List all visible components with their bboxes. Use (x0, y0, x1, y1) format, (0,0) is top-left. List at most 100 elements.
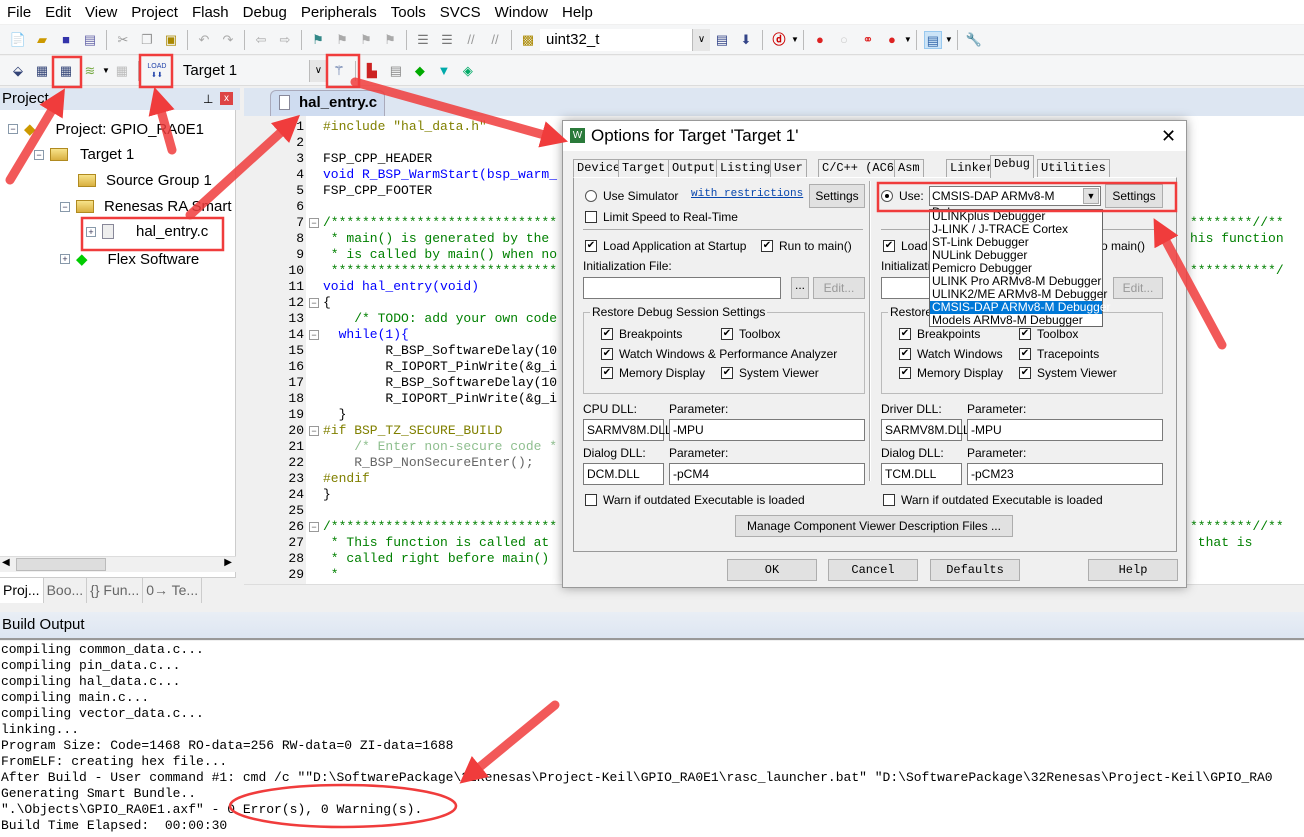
kill-breakpoints-icon[interactable]: ● (883, 31, 901, 49)
tab-books[interactable]: Boo... (44, 578, 88, 603)
copy-icon[interactable]: ❐ (138, 31, 156, 49)
toolbox-checkbox[interactable]: ✔ Toolbox (721, 327, 780, 341)
indent-icon[interactable]: ☰ (414, 31, 432, 49)
collapse-icon[interactable]: − (60, 201, 70, 212)
tracepoints-checkbox[interactable]: ✔ Tracepoints (1019, 347, 1099, 361)
cut-icon[interactable]: ✂ (114, 31, 132, 49)
help-button[interactable]: Help (1088, 559, 1178, 581)
start-debug-icon[interactable]: ⓓ (770, 31, 788, 49)
use-debugger-radio[interactable]: Use: (881, 189, 924, 203)
back-icon[interactable]: ⇦ (252, 31, 270, 49)
tree-item-source-group[interactable]: Source Group 1 (78, 172, 212, 189)
system-viewer-checkbox-right[interactable]: ✔ System Viewer (1019, 366, 1117, 380)
dialog-tab-asm[interactable]: Asm (894, 159, 924, 178)
translate-icon[interactable]: ⬙ (9, 62, 27, 80)
dialog-tab-c-c-ac6-[interactable]: C/C++ (AC6) (818, 159, 906, 178)
browse-button[interactable]: ... (791, 277, 809, 299)
prev-bookmark-icon[interactable]: ⚑ (333, 31, 351, 49)
menu-window[interactable]: Window (488, 4, 555, 21)
undo-icon[interactable]: ↶ (195, 31, 213, 49)
load-application-checkbox-right[interactable]: ✔ Load (883, 239, 928, 253)
window-layout-icon[interactable]: ▤ (923, 30, 942, 49)
menu-peripherals[interactable]: Peripherals (294, 4, 384, 21)
system-viewer-checkbox[interactable]: ✔ System Viewer (721, 366, 819, 380)
driver-parameter-input[interactable]: -MPU (967, 419, 1163, 441)
with-restrictions-link[interactable]: with restrictions (691, 188, 803, 200)
dialog-tab-device[interactable]: Device (573, 159, 625, 178)
find-binoculars-icon[interactable]: ⬇ (737, 31, 755, 49)
toolbox-checkbox-right[interactable]: ✔ Toolbox (1019, 327, 1078, 341)
menu-flash[interactable]: Flash (185, 4, 236, 21)
expand-icon[interactable]: + (60, 254, 70, 264)
dialog-tab-utilities[interactable]: Utilities (1037, 159, 1110, 178)
tree-item-project[interactable]: − ◆ Project: GPIO_RA0E1 (8, 120, 204, 138)
dialog-tab-user[interactable]: User (770, 159, 807, 178)
debug-session-icon[interactable]: ▤ (713, 31, 731, 49)
defaults-button[interactable]: Defaults (930, 559, 1020, 581)
driver-dll-input[interactable]: SARMV8M.DLL (881, 419, 970, 441)
dialog-tab-target[interactable]: Target (618, 159, 670, 178)
menu-edit[interactable]: Edit (38, 4, 78, 21)
fold-icon[interactable]: − (309, 298, 319, 308)
dialog-parameter-input[interactable]: -pCM4 (669, 463, 865, 485)
watch-windows-checkbox-right[interactable]: ✔ Watch Windows (899, 347, 1003, 361)
tree-item-hal-entry[interactable]: + hal_entry.c (86, 223, 208, 240)
manage-component-viewer-button[interactable]: Manage Component Viewer Description File… (735, 515, 1013, 537)
collapse-icon[interactable]: − (8, 124, 18, 134)
dialog-tab-debug[interactable]: Debug (990, 155, 1035, 178)
fold-icon[interactable]: − (309, 330, 319, 340)
stop-build-icon[interactable]: ▦ (113, 62, 131, 80)
open-icon[interactable]: ▰ (33, 31, 51, 49)
save-all-icon[interactable]: ▤ (81, 31, 99, 49)
cancel-button[interactable]: Cancel (828, 559, 918, 581)
fold-icon[interactable]: − (309, 522, 319, 532)
tab-templates[interactable]: 0→ Te... (143, 578, 203, 603)
memory-display-checkbox[interactable]: ✔ Memory Display (601, 366, 705, 380)
edit-button-right[interactable]: Edit... (1113, 277, 1163, 299)
memory-display-checkbox-right[interactable]: ✔ Memory Display (899, 366, 1003, 380)
collapse-icon[interactable]: − (34, 149, 44, 160)
warn-outdated-checkbox[interactable]: Warn if outdated Executable is loaded (585, 493, 805, 507)
tree-item-target[interactable]: − Target 1 (34, 146, 134, 163)
bookmark-icon[interactable]: ⚑ (309, 31, 327, 49)
cpu-parameter-input[interactable]: -MPU (669, 419, 865, 441)
warn-outdated-checkbox-right[interactable]: Warn if outdated Executable is loaded (883, 493, 1103, 507)
init-file-input-right[interactable] (881, 277, 931, 299)
debugger-option[interactable]: Models ARMv8-M Debugger (930, 314, 1102, 327)
debugger-select[interactable]: CMSIS-DAP ARMv8-M Debugg▼ (929, 186, 1101, 219)
debugger-settings-button[interactable]: Settings (1105, 184, 1163, 208)
rebuild-icon[interactable]: ▦ (57, 62, 75, 80)
tab-hal-entry[interactable]: hal_entry.c (270, 90, 385, 116)
save-icon[interactable]: ■ (57, 31, 75, 49)
redo-icon[interactable]: ↷ (219, 31, 237, 49)
configure-wrench-icon[interactable]: 🔧 (965, 31, 983, 49)
limit-speed-checkbox[interactable]: Limit Speed to Real-Time (585, 210, 738, 224)
menu-help[interactable]: Help (555, 4, 600, 21)
close-icon[interactable]: ✕ (1161, 121, 1176, 151)
disable-breakpoint-icon[interactable]: ○ (835, 31, 853, 49)
pack-installer-icon[interactable]: ▼ (435, 62, 453, 80)
load-application-checkbox[interactable]: ✔ Load Application at Startup (585, 239, 746, 253)
tree-item-renesas[interactable]: − Renesas RA Smart (60, 198, 232, 215)
dialog-tab-output[interactable]: Output (668, 159, 720, 178)
menu-project[interactable]: Project (124, 4, 185, 21)
comment-icon[interactable]: // (462, 31, 480, 49)
uncomment-icon[interactable]: // (486, 31, 504, 49)
edit-button[interactable]: Edit... (813, 277, 865, 299)
manage-rte-icon[interactable]: ▙ (363, 62, 381, 80)
chevron-down-icon[interactable]: ∨ (308, 59, 327, 82)
menu-tools[interactable]: Tools (384, 4, 433, 21)
ok-button[interactable]: OK (727, 559, 817, 581)
init-file-input[interactable] (583, 277, 781, 299)
manage-runtime-icon[interactable]: ◈ (459, 62, 477, 80)
select-packs-icon[interactable]: ◆ (411, 62, 429, 80)
download-load-icon[interactable]: LOAD ⬇⬇ (146, 62, 168, 80)
disable-all-breakpoints-icon[interactable]: ⚭ (859, 31, 877, 49)
simulator-settings-button[interactable]: Settings (809, 184, 865, 208)
forward-icon[interactable]: ⇨ (276, 31, 294, 49)
menu-view[interactable]: View (78, 4, 124, 21)
target-options-wand-icon[interactable]: ⚚ (330, 62, 348, 80)
find-combo[interactable]: uint32_t ∨ (540, 28, 710, 51)
find-in-files-icon[interactable]: ▩ (519, 31, 537, 49)
clear-bookmarks-icon[interactable]: ⚑ (381, 31, 399, 49)
